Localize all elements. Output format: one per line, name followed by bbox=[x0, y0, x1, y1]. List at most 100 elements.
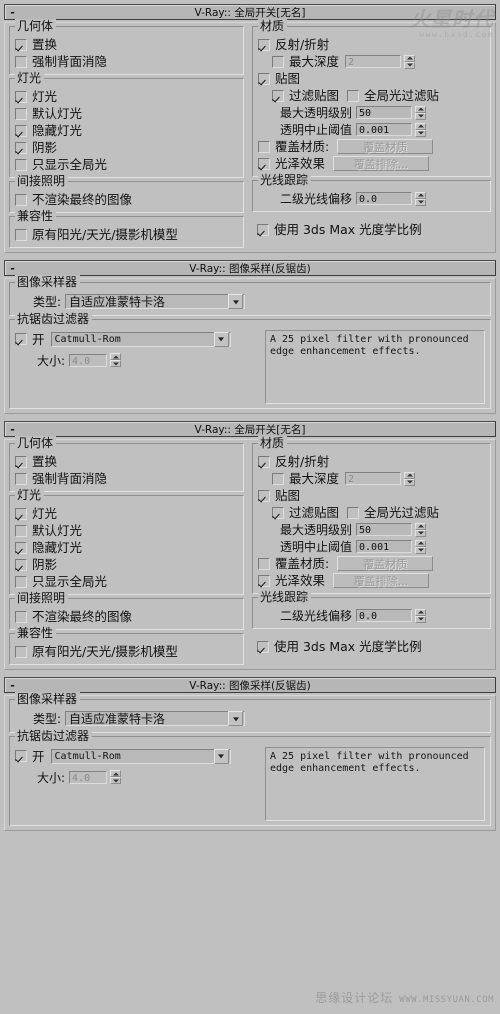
checkbox-filter-maps-gi[interactable] bbox=[347, 89, 360, 102]
row-filter-maps[interactable]: 过滤贴图 全局光过滤贴 bbox=[272, 504, 485, 521]
checkbox-force-backface-cull[interactable] bbox=[15, 472, 27, 485]
row-hidden-lights[interactable]: 隐藏灯光 bbox=[15, 539, 238, 556]
checkbox-hidden-lights[interactable] bbox=[15, 124, 27, 137]
row-transp-cutoff[interactable]: 透明中止阈值 0.001 bbox=[280, 538, 485, 555]
checkbox-show-gi-only[interactable] bbox=[15, 575, 27, 588]
row-max-depth[interactable]: 最大深度 2 bbox=[272, 470, 485, 487]
row-override-mtl[interactable]: 覆盖材质: 覆盖材质 bbox=[258, 555, 485, 572]
spinner-secondary-ray-bias[interactable] bbox=[415, 608, 427, 623]
spinner-max-depth[interactable] bbox=[404, 471, 416, 486]
row-maps[interactable]: 贴图 bbox=[258, 70, 485, 87]
button-override-exclude[interactable]: 覆盖排除... bbox=[333, 156, 430, 171]
dropdown-aa-filter[interactable]: Catmull-Rom bbox=[50, 331, 231, 347]
field-max-transp-levels[interactable]: 50 bbox=[356, 106, 413, 119]
spinner-max-depth[interactable] bbox=[404, 54, 416, 69]
checkbox-glossy-effects[interactable] bbox=[258, 574, 270, 587]
chevron-down-icon[interactable] bbox=[228, 294, 244, 309]
checkbox-show-gi-only[interactable] bbox=[15, 158, 27, 171]
checkbox-use-3dsmax-photometric[interactable] bbox=[257, 640, 269, 653]
checkbox-lights[interactable] bbox=[15, 90, 27, 103]
spinner-max-transp-levels[interactable] bbox=[415, 522, 427, 537]
checkbox-lights[interactable] bbox=[15, 507, 27, 520]
row-use-3dsmax-photometric[interactable]: 使用 3ds Max 光度学比例 bbox=[257, 221, 486, 238]
field-max-depth[interactable]: 2 bbox=[345, 55, 402, 68]
field-aa-filter-size[interactable]: 4.0 bbox=[69, 353, 108, 367]
dropdown-sampler-type[interactable]: 自适应准蒙特卡洛 bbox=[65, 294, 246, 309]
checkbox-glossy-effects[interactable] bbox=[258, 157, 270, 170]
rollout-header-image-sampler-2[interactable]: - V-Ray:: 图像采样(反锯齿) bbox=[4, 677, 496, 693]
row-show-gi-only[interactable]: 只显示全局光 bbox=[15, 573, 238, 590]
button-override-exclude[interactable]: 覆盖排除... bbox=[333, 573, 430, 588]
row-transp-cutoff[interactable]: 透明中止阈值 0.001 bbox=[280, 121, 485, 138]
checkbox-filter-maps[interactable] bbox=[272, 506, 284, 519]
row-max-transp-levels[interactable]: 最大透明级别 50 bbox=[280, 104, 485, 121]
row-max-transp-levels[interactable]: 最大透明级别 50 bbox=[280, 521, 485, 538]
checkbox-aa-filter-on[interactable] bbox=[15, 333, 27, 345]
checkbox-override-mtl[interactable] bbox=[258, 557, 270, 570]
checkbox-default-lights[interactable] bbox=[15, 524, 27, 537]
checkbox-reflection-refraction[interactable] bbox=[258, 38, 270, 51]
rollout-header-global-switches-1[interactable]: - V-Ray:: 全局开关[无名] bbox=[4, 4, 496, 20]
chevron-down-icon[interactable] bbox=[228, 711, 244, 726]
row-aa-filter-on[interactable]: 开 Catmull-Rom bbox=[15, 329, 265, 349]
row-reflection-refraction[interactable]: 反射/折射 bbox=[258, 453, 485, 470]
row-secondary-ray-bias[interactable]: 二级光线偏移 0.0 bbox=[280, 607, 485, 624]
checkbox-shadows[interactable] bbox=[15, 141, 27, 154]
field-secondary-ray-bias[interactable]: 0.0 bbox=[356, 609, 413, 622]
field-transp-cutoff[interactable]: 0.001 bbox=[356, 123, 413, 136]
dropdown-sampler-type[interactable]: 自适应准蒙特卡洛 bbox=[65, 711, 246, 726]
checkbox-override-mtl[interactable] bbox=[258, 140, 270, 153]
button-override-material[interactable]: 覆盖材质 bbox=[337, 556, 434, 571]
row-aa-filter-on[interactable]: 开 Catmull-Rom bbox=[15, 746, 265, 766]
rollout-header-image-sampler-1[interactable]: - V-Ray:: 图像采样(反锯齿) bbox=[4, 260, 496, 276]
checkbox-legacy-sun-sky-camera[interactable] bbox=[15, 645, 27, 658]
spinner-transp-cutoff[interactable] bbox=[415, 122, 427, 137]
field-aa-filter-size[interactable]: 4.0 bbox=[69, 770, 108, 784]
checkbox-hidden-lights[interactable] bbox=[15, 541, 27, 554]
row-aa-filter-size[interactable]: 大小: 4.0 bbox=[37, 349, 265, 371]
checkbox-filter-maps[interactable] bbox=[272, 89, 284, 102]
row-default-lights[interactable]: 默认灯光 bbox=[15, 522, 238, 539]
chevron-down-icon[interactable] bbox=[213, 331, 229, 347]
row-glossy-effects[interactable]: 光泽效果 覆盖排除... bbox=[258, 572, 485, 589]
row-default-lights[interactable]: 默认灯光 bbox=[15, 105, 238, 122]
row-sampler-type[interactable]: 类型: 自适应准蒙特卡洛 bbox=[33, 709, 485, 728]
checkbox-use-3dsmax-photometric[interactable] bbox=[257, 223, 269, 236]
row-legacy-sun-sky-camera[interactable]: 原有阳光/天光/摄影机模型 bbox=[15, 226, 238, 243]
row-max-depth[interactable]: 最大深度 2 bbox=[272, 53, 485, 70]
checkbox-force-backface-cull[interactable] bbox=[15, 55, 27, 68]
row-lights[interactable]: 灯光 bbox=[15, 505, 238, 522]
row-reflection-refraction[interactable]: 反射/折射 bbox=[258, 36, 485, 53]
spinner-aa-filter-size[interactable] bbox=[110, 353, 122, 367]
field-transp-cutoff[interactable]: 0.001 bbox=[356, 540, 413, 553]
row-force-backface-cull[interactable]: 强制背面消隐 bbox=[15, 53, 238, 70]
row-show-gi-only[interactable]: 只显示全局光 bbox=[15, 156, 238, 173]
row-secondary-ray-bias[interactable]: 二级光线偏移 0.0 bbox=[280, 190, 485, 207]
row-dont-render-final[interactable]: 不渲染最终的图像 bbox=[15, 191, 238, 208]
spinner-secondary-ray-bias[interactable] bbox=[415, 191, 427, 206]
field-secondary-ray-bias[interactable]: 0.0 bbox=[356, 192, 413, 205]
chevron-down-icon[interactable] bbox=[213, 748, 229, 764]
row-aa-filter-size[interactable]: 大小: 4.0 bbox=[37, 766, 265, 788]
spinner-max-transp-levels[interactable] bbox=[415, 105, 427, 120]
checkbox-maps[interactable] bbox=[258, 489, 270, 502]
row-use-3dsmax-photometric[interactable]: 使用 3ds Max 光度学比例 bbox=[257, 638, 486, 655]
checkbox-shadows[interactable] bbox=[15, 558, 27, 571]
row-override-mtl[interactable]: 覆盖材质: 覆盖材质 bbox=[258, 138, 485, 155]
dropdown-aa-filter[interactable]: Catmull-Rom bbox=[50, 748, 231, 764]
checkbox-reflection-refraction[interactable] bbox=[258, 455, 270, 468]
row-glossy-effects[interactable]: 光泽效果 覆盖排除... bbox=[258, 155, 485, 172]
row-force-backface-cull[interactable]: 强制背面消隐 bbox=[15, 470, 238, 487]
row-shadows[interactable]: 阴影 bbox=[15, 139, 238, 156]
row-displacement[interactable]: 置换 bbox=[15, 453, 238, 470]
row-filter-maps[interactable]: 过滤贴图 全局光过滤贴 bbox=[272, 87, 485, 104]
spinner-transp-cutoff[interactable] bbox=[415, 539, 427, 554]
row-lights[interactable]: 灯光 bbox=[15, 88, 238, 105]
button-override-material[interactable]: 覆盖材质 bbox=[337, 139, 434, 154]
row-sampler-type[interactable]: 类型: 自适应准蒙特卡洛 bbox=[33, 292, 485, 311]
checkbox-displacement[interactable] bbox=[15, 455, 27, 468]
field-max-depth[interactable]: 2 bbox=[345, 472, 402, 485]
checkbox-maps[interactable] bbox=[258, 72, 270, 85]
rollout-header-global-switches-2[interactable]: - V-Ray:: 全局开关[无名] bbox=[4, 421, 496, 437]
checkbox-aa-filter-on[interactable] bbox=[15, 750, 27, 762]
